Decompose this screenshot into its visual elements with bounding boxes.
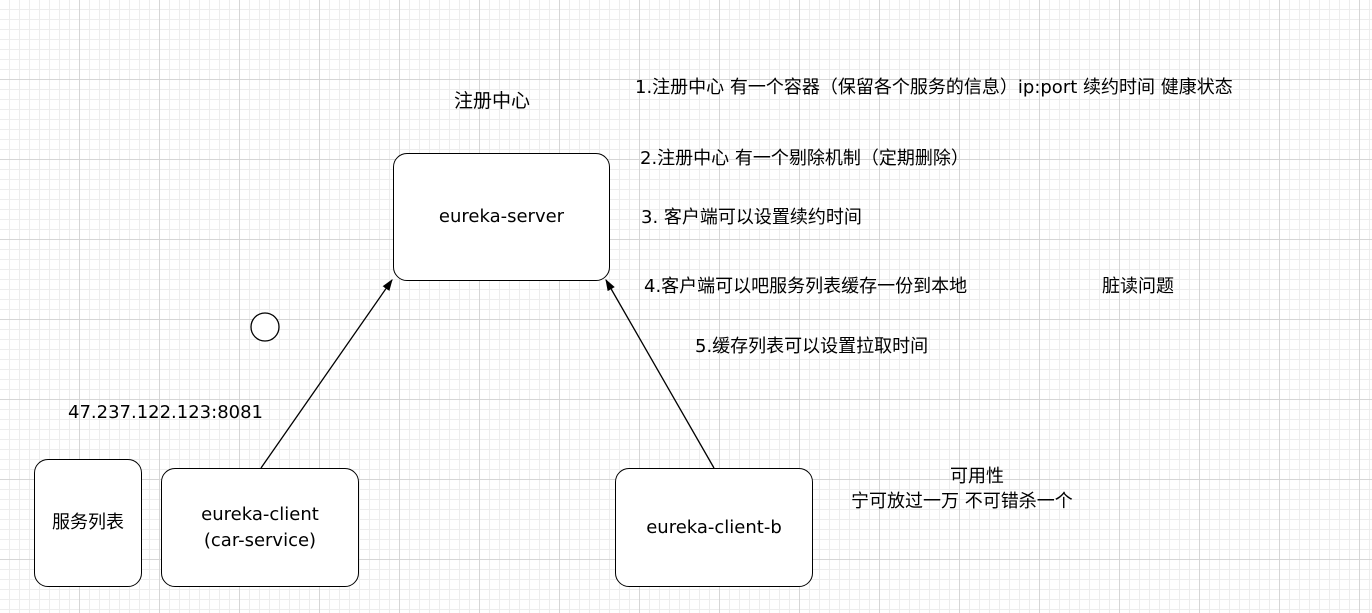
eureka-server-node[interactable]: eureka-server [393, 153, 610, 281]
note-dirty-read: 脏读问题 [1102, 276, 1174, 297]
eureka-client-b-node[interactable]: eureka-client-b [615, 468, 813, 587]
note-5: 5.缓存列表可以设置拉取时间 [695, 336, 929, 357]
note-2: 2.注册中心 有一个剔除机制（定期删除） [640, 148, 969, 169]
note-3: 3. 客户端可以设置续约时间 [641, 207, 862, 228]
arrow-client-to-server [260, 279, 393, 469]
arrow-client-b-to-server [605, 278, 715, 469]
service-list-label: 服务列表 [52, 512, 124, 533]
eureka-server-label: eureka-server [438, 206, 565, 227]
note-1: 1.注册中心 有一个容器（保留各个服务的信息）ip:port 续约时间 健康状态 [635, 77, 1233, 98]
client-address: 47.237.122.123:8081 [68, 402, 264, 423]
car-service-label: (car-service) [203, 529, 317, 551]
availability-heading: 可用性 [950, 466, 1004, 487]
note-4: 4.客户端可以吧服务列表缓存一份到本地 [644, 276, 968, 297]
eureka-client-label: eureka-client [201, 503, 319, 525]
availability-motto: 宁可放过一万 不可错杀一个 [851, 491, 1073, 512]
eureka-client-node[interactable]: eureka-client (car-service) [161, 468, 359, 587]
registry-title: 注册中心 [454, 90, 531, 112]
eureka-client-b-label: eureka-client-b [646, 516, 782, 538]
small-circle [250, 312, 280, 342]
service-list-node[interactable]: 服务列表 [34, 459, 142, 587]
